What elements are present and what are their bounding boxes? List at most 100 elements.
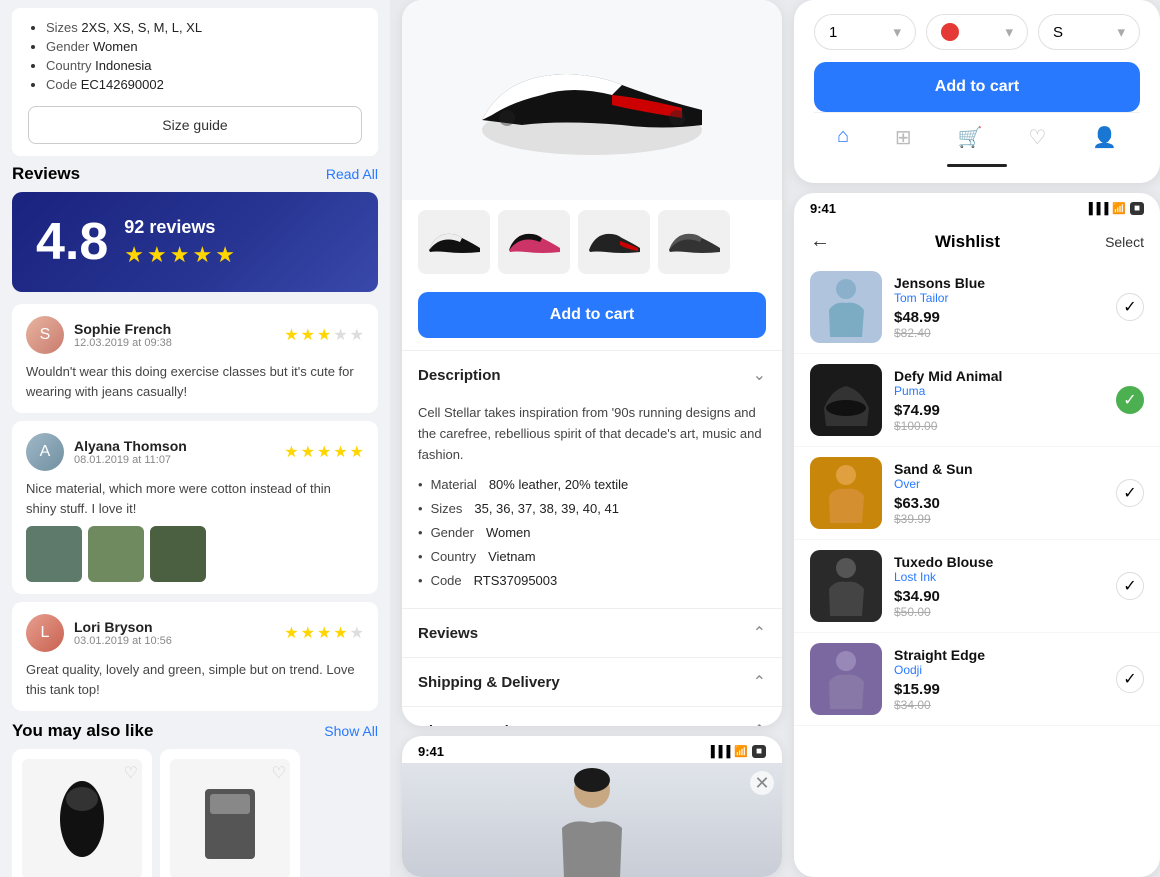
- rating-number: 4.8: [36, 212, 108, 272]
- review-text-2: Nice material, which more were cotton in…: [26, 479, 364, 518]
- color-chevron-icon: ▾: [1005, 23, 1013, 41]
- color-selector[interactable]: ▾: [926, 14, 1028, 50]
- avatar-lori: L: [26, 614, 64, 652]
- shipping-title: Shipping & Delivery: [418, 674, 560, 691]
- about-brand-chevron: ⌃: [753, 721, 766, 726]
- controls-row: 1 ▾ ▾ S ▾: [814, 14, 1140, 50]
- nav-indicator-right: [947, 164, 1007, 167]
- review-card-2: A Alyana Thomson 08.01.2019 at 11:07 ★ ★…: [12, 421, 378, 594]
- size-chevron-icon: ▾: [1117, 23, 1125, 41]
- product-card-2: ♡: [160, 749, 300, 877]
- status-bar-wishlist: 9:41 ▐▐▐ 📶 ■: [794, 193, 1160, 220]
- add-to-cart-button[interactable]: Add to cart: [814, 62, 1140, 112]
- wish-info-2: Defy Mid Animal Puma $74.99 $100.00: [894, 368, 1104, 433]
- rating-banner: 4.8 92 reviews ★ ★ ★ ★ ★: [12, 192, 378, 292]
- you-may-like-section: You may also like Show All ♡: [12, 721, 378, 877]
- show-all-link[interactable]: Show All: [324, 723, 378, 739]
- reviews-title: Reviews: [12, 164, 80, 184]
- product-specs-card: Sizes 2XS, XS, S, M, L, XL Gender Women …: [12, 8, 378, 156]
- wish-info-4: Tuxedo Blouse Lost Ink $34.90 $50.00: [894, 554, 1104, 619]
- spec-code: Code EC142690002: [46, 77, 362, 92]
- review-card-3: L Lori Bryson 03.01.2019 at 10:56 ★ ★ ★ …: [12, 602, 378, 711]
- about-brand-title: About Brand: [418, 723, 509, 726]
- quantity-selector[interactable]: 1 ▾: [814, 14, 916, 50]
- left-panel: Sizes 2XS, XS, S, M, L, XL Gender Women …: [0, 0, 390, 877]
- model-image: ✕: [402, 763, 782, 877]
- add-to-cart-middle-button[interactable]: Add to cart: [418, 292, 766, 338]
- wish-check-5[interactable]: ✓: [1116, 665, 1144, 693]
- review-text-3: Great quality, lovely and green, simple …: [26, 660, 364, 699]
- read-all-link[interactable]: Read All: [326, 166, 378, 182]
- description-content: Cell Stellar takes inspiration from '90s…: [402, 399, 782, 608]
- wish-info-5: Straight Edge Oodji $15.99 $34.00: [894, 647, 1104, 712]
- thumb-4[interactable]: [658, 210, 730, 274]
- wish-image-2: [810, 364, 882, 436]
- reviewer-date-2: 08.01.2019 at 11:07: [74, 454, 274, 466]
- wish-info-1: Jensons Blue Tom Tailor $48.99 $82.40: [894, 275, 1104, 340]
- review-stars-2: ★ ★ ★ ★ ★: [284, 442, 364, 462]
- wishlist-icon-2[interactable]: ♡: [272, 763, 286, 783]
- heart-icon-right[interactable]: ♡: [1028, 125, 1046, 150]
- grid-icon-right[interactable]: ⊞: [895, 125, 912, 150]
- wish-check-4[interactable]: ✓: [1116, 572, 1144, 600]
- you-may-like-title: You may also like: [12, 721, 153, 741]
- reviews-section: Reviews Read All 4.8 92 reviews ★ ★ ★ ★ …: [12, 164, 378, 711]
- wishlist-item-1: Jensons Blue Tom Tailor $48.99 $82.40 ✓: [794, 261, 1160, 354]
- wish-check-3[interactable]: ✓: [1116, 479, 1144, 507]
- about-brand-accordion[interactable]: About Brand ⌃: [402, 706, 782, 726]
- status-bar-2: 9:41 ▐▐▐ 📶 ■: [402, 736, 782, 763]
- size-value: S: [1053, 24, 1063, 41]
- review-text-1: Wouldn't wear this doing exercise classe…: [26, 362, 364, 401]
- profile-icon-right[interactable]: 👤: [1092, 125, 1117, 150]
- spec-gender: Gender Women: [46, 39, 362, 54]
- wish-image-1: [810, 271, 882, 343]
- wishlist-item-4: Tuxedo Blouse Lost Ink $34.90 $50.00 ✓: [794, 540, 1160, 633]
- back-button[interactable]: ←: [810, 230, 830, 253]
- shoe-thumbnails: [402, 200, 782, 284]
- description-title: Description: [418, 367, 501, 384]
- shipping-chevron: ⌃: [753, 672, 766, 692]
- second-phone-card: 9:41 ▐▐▐ 📶 ■ ✕: [402, 736, 782, 877]
- close-button-2[interactable]: ✕: [750, 771, 774, 795]
- spec-country: Country Indonesia: [46, 58, 362, 73]
- wish-check-1[interactable]: ✓: [1116, 293, 1144, 321]
- product-card-1: ♡: [12, 749, 152, 877]
- reviews-accordion[interactable]: Reviews ⌃: [402, 608, 782, 657]
- color-dot: [941, 23, 959, 41]
- main-product-image: [402, 0, 782, 200]
- review-stars-1: ★ ★ ★ ★ ★: [284, 325, 364, 345]
- home-icon-right[interactable]: ⌂: [837, 125, 849, 150]
- description-accordion[interactable]: Description ⌄: [402, 350, 782, 399]
- review-card-1: S Sophie French 12.03.2019 at 09:38 ★ ★ …: [12, 304, 378, 413]
- wishlist-item-3: Sand & Sun Over $63.30 $39.99 ✓: [794, 447, 1160, 540]
- thumb-3[interactable]: [578, 210, 650, 274]
- wishlist-icon-1[interactable]: ♡: [124, 763, 138, 783]
- reviewer-name-3: Lori Bryson: [74, 619, 274, 635]
- wishlist-header: ← Wishlist Select: [794, 220, 1160, 261]
- spec-sizes: Sizes 2XS, XS, S, M, L, XL: [46, 20, 362, 35]
- wishlist-card: 9:41 ▐▐▐ 📶 ■ ← Wishlist Select Jensons B…: [794, 193, 1160, 877]
- wish-check-2[interactable]: ✓: [1116, 386, 1144, 414]
- shipping-accordion[interactable]: Shipping & Delivery ⌃: [402, 657, 782, 706]
- thumb-1[interactable]: [418, 210, 490, 274]
- cart-icon-right[interactable]: 🛒: [958, 125, 983, 150]
- wish-image-4: [810, 550, 882, 622]
- avatar-alyana: A: [26, 433, 64, 471]
- wishlist-item-5: Straight Edge Oodji $15.99 $34.00 ✓: [794, 633, 1160, 726]
- bottom-nav-right: ⌂ ⊞ 🛒 ♡ 👤: [814, 112, 1140, 158]
- reviewer-name-1: Sophie French: [74, 321, 274, 337]
- reviews-count: 92 reviews: [124, 217, 235, 238]
- quantity-chevron-icon: ▾: [893, 23, 901, 41]
- reviews-header: Reviews Read All: [12, 164, 378, 184]
- right-panel: 1 ▾ ▾ S ▾ Add to cart ⌂ ⊞ 🛒 ♡ 👤: [794, 0, 1160, 877]
- thumb-2[interactable]: [498, 210, 570, 274]
- size-guide-button[interactable]: Size guide: [28, 106, 362, 144]
- desc-specs: •Material80% leather, 20% textile •Sizes…: [418, 475, 766, 591]
- reviewer-name-2: Alyana Thomson: [74, 438, 274, 454]
- select-button[interactable]: Select: [1105, 234, 1144, 250]
- status-time-wishlist: 9:41: [810, 201, 836, 216]
- review-images-2: [26, 526, 364, 582]
- reviews-chevron: ⌃: [753, 623, 766, 643]
- wish-image-3: [810, 457, 882, 529]
- size-selector[interactable]: S ▾: [1038, 14, 1140, 50]
